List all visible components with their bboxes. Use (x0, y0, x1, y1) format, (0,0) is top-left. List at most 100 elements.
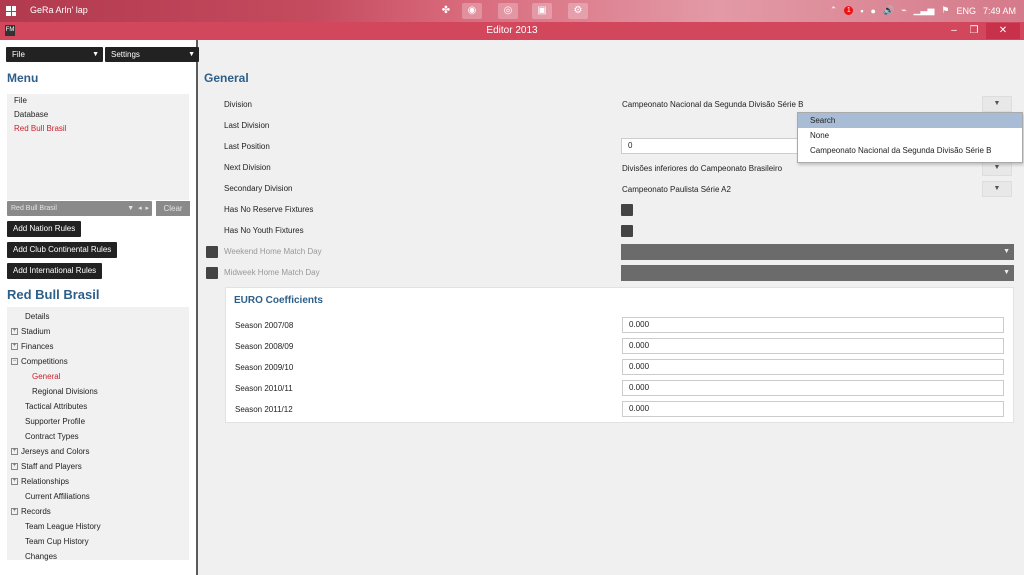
expand-icon[interactable]: + (11, 343, 18, 351)
tree-item[interactable]: + Relationships (7, 474, 189, 489)
tree-item-label: Records (21, 507, 51, 516)
system-tray: ⌃ 1 ▪ ● 🔊 ⌁ ▁▃▅ ⚑ ENG 7:49 AM (830, 5, 1016, 16)
tree-item[interactable]: Regional Divisions (7, 384, 189, 399)
division-label: Division (224, 100, 253, 109)
tree-item[interactable]: Tactical Attributes (7, 399, 189, 414)
chevron-down-icon: ▼ (1003, 248, 1010, 255)
add-international-rules-button[interactable]: Add International Rules (7, 263, 103, 279)
chrome-app-icon[interactable]: ◉ (462, 3, 482, 19)
tree-item[interactable]: Changes (7, 549, 189, 564)
tree-item[interactable]: Team League History (7, 519, 189, 534)
signal-icon[interactable]: ▁▃▅ (914, 5, 935, 16)
tree-item[interactable]: Contract Types (7, 429, 189, 444)
club-tree: Details + Stadium + Finances − Competitions Gen… (7, 307, 189, 561)
tray-chevron-icon[interactable]: ⌃ (830, 5, 838, 16)
midweek-match-day-checkbox[interactable] (206, 267, 218, 279)
clover-app-icon[interactable]: ✤ (436, 3, 456, 19)
tree-item-label: Relationships (21, 477, 70, 486)
last-position-input[interactable]: 0 (621, 138, 801, 154)
division-dropdown-button[interactable]: ▼ (982, 96, 1012, 112)
flag-icon[interactable]: ▪ (860, 6, 863, 16)
division-value[interactable]: Campeonato Nacional da Segunda Divisão S… (622, 100, 803, 109)
expand-icon[interactable]: + (11, 508, 18, 516)
tree-item-label: Competitions (21, 357, 68, 366)
browser-app-icon[interactable]: ◎ (498, 3, 518, 19)
tree-item[interactable]: Team Cup History (7, 534, 189, 549)
tree-item-label: Stadium (21, 327, 51, 336)
antivirus-icon[interactable]: ● (871, 6, 876, 16)
midweek-match-day-label: Midweek Home Match Day (224, 268, 320, 277)
tree-item[interactable]: + Stadium (7, 324, 189, 339)
editor-app-icon[interactable]: ▣ (532, 3, 552, 19)
page-title: General (204, 71, 249, 85)
clock[interactable]: 7:49 AM (983, 6, 1016, 16)
club-select[interactable]: Red Bull Brasil ▼ ◂ ▸ (7, 201, 152, 216)
tree-item[interactable]: − Competitions (7, 354, 189, 369)
notification-badge-icon[interactable]: 1 (844, 6, 854, 15)
file-menu-button[interactable]: File ▼ (6, 47, 103, 62)
season-input[interactable]: 0.000 (622, 401, 1004, 417)
weekend-match-day-checkbox[interactable] (206, 246, 218, 258)
dropdown-option-search[interactable]: Search (798, 113, 1022, 128)
menu-title: Menu (7, 71, 39, 85)
volume-icon[interactable]: 🔊 (883, 5, 894, 16)
secondary-division-dropdown-button[interactable]: ▼ (982, 181, 1012, 197)
tree-item[interactable]: + Finances (7, 339, 189, 354)
tree-item[interactable]: Supporter Profile (7, 414, 189, 429)
action-center-icon[interactable]: ⚑ (941, 5, 949, 16)
secondary-division-value[interactable]: Campeonato Paulista Série A2 (622, 185, 731, 194)
add-club-continental-rules-button[interactable]: Add Club Continental Rules (7, 242, 118, 258)
season-input[interactable]: 0.000 (622, 380, 1004, 396)
euro-coefficients-panel: EURO Coefficients Season 2007/08 0.000 S… (225, 287, 1014, 423)
dropdown-option-division[interactable]: Campeonato Nacional da Segunda Divisão S… (798, 143, 1022, 158)
season-label: Season 2008/09 (235, 342, 294, 351)
tree-item[interactable]: + Records (7, 504, 189, 519)
tree-item[interactable]: Details (7, 309, 189, 324)
tree-item-label: Team League History (25, 522, 101, 531)
menu-item-database[interactable]: Database (7, 108, 189, 122)
expand-icon[interactable]: + (11, 478, 18, 486)
collapse-icon[interactable]: − (11, 358, 18, 366)
tree-item[interactable]: Current Affiliations (7, 489, 189, 504)
tree-item-label: Regional Divisions (32, 387, 98, 396)
season-input[interactable]: 0.000 (622, 338, 1004, 354)
season-label: Season 2007/08 (235, 321, 294, 330)
weekend-match-day-select[interactable]: ▼ (621, 244, 1014, 260)
chevron-down-icon: ▼ ◂ ▸ (127, 205, 149, 212)
clear-button[interactable]: Clear (156, 201, 190, 216)
add-nation-rules-button[interactable]: Add Nation Rules (7, 221, 82, 237)
euro-coefficients-title: EURO Coefficients (234, 295, 323, 306)
midweek-match-day-select[interactable]: ▼ (621, 265, 1014, 281)
settings-app-icon[interactable]: ⚙ (568, 3, 588, 19)
tree-item-label: Current Affiliations (25, 492, 90, 501)
season-input[interactable]: 0.000 (622, 359, 1004, 375)
network-icon[interactable]: ⌁ (901, 5, 906, 16)
tree-item[interactable]: + Staff and Players (7, 459, 189, 474)
settings-menu-button[interactable]: Settings ▼ (105, 47, 199, 62)
language-indicator[interactable]: ENG (956, 6, 976, 16)
tree-item-label: Tactical Attributes (25, 402, 88, 411)
tree-item[interactable]: + Jerseys and Colors (7, 444, 189, 459)
no-reserve-fixtures-checkbox[interactable] (621, 204, 633, 216)
season-input[interactable]: 0.000 (622, 317, 1004, 333)
expand-icon[interactable]: + (11, 463, 18, 471)
dropdown-option-none[interactable]: None (798, 128, 1022, 143)
windows-start-icon[interactable] (6, 6, 16, 16)
menu-item-club[interactable]: Red Bull Brasil (7, 122, 189, 136)
no-youth-fixtures-checkbox[interactable] (621, 225, 633, 237)
season-label: Season 2011/12 (235, 405, 293, 414)
menu-item-file[interactable]: File (7, 94, 189, 108)
tree-item[interactable]: General (7, 369, 189, 384)
season-label: Season 2009/10 (235, 363, 294, 372)
minimize-button[interactable]: – (944, 23, 964, 39)
expand-icon[interactable]: + (11, 448, 18, 456)
settings-menu-label: Settings (111, 50, 140, 59)
expand-icon[interactable]: + (11, 328, 18, 336)
taskbar: GeRa Arln' lap ✤ ◉ ◎ ▣ ⚙ ⌃ 1 ▪ ● 🔊 ⌁ ▁▃▅… (0, 0, 1024, 22)
season-label: Season 2010/11 (235, 384, 293, 393)
tree-item-label: Details (25, 312, 50, 321)
tree-item-label: Contract Types (25, 432, 79, 441)
maximize-button[interactable]: ❐ (964, 23, 984, 39)
close-button[interactable]: ✕ (986, 23, 1020, 39)
next-division-value[interactable]: Divisões inferiores do Campeonato Brasil… (622, 164, 782, 173)
